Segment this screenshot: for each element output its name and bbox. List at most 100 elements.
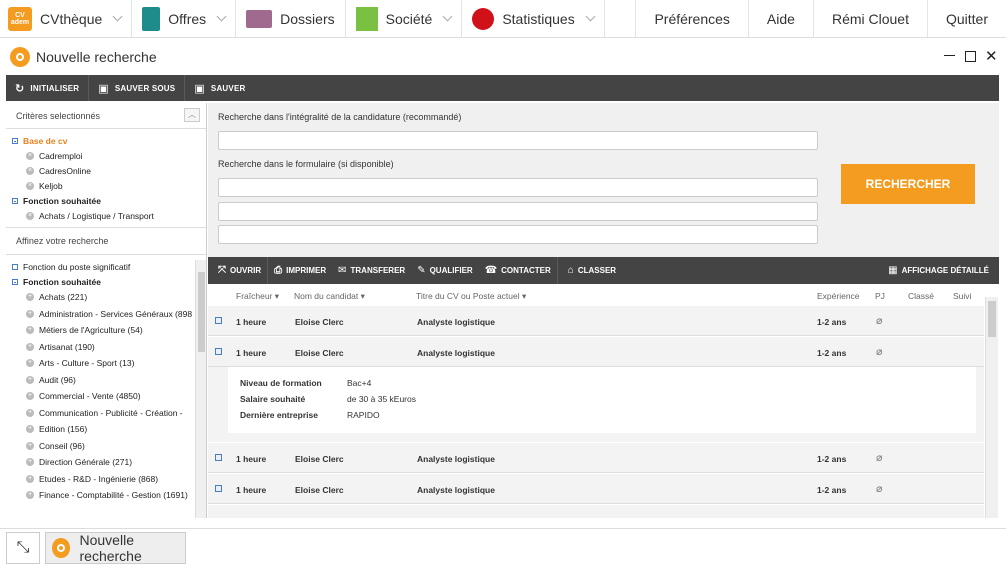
nav-user[interactable]: Rémi Clouet <box>812 0 927 37</box>
tree-item[interactable]: × Achats / Logistique / Transport <box>12 208 206 223</box>
imprimer-button[interactable]: ⎙ IMPRIMER <box>267 257 332 284</box>
tree-node-fonction-poste[interactable]: Fonction du poste significatif <box>12 259 194 274</box>
nav-societe-label: Société <box>385 10 433 27</box>
paperclip-icon[interactable]: ⌀ <box>876 482 883 495</box>
refine-item[interactable]: + Etudes - R&D - Ingénierie (868) <box>12 471 194 488</box>
sauver-sous-label: SAUVER SOUS <box>114 83 176 93</box>
detail-salaire-label: Salaire souhaité <box>240 394 306 404</box>
col-suivi[interactable]: Suivi <box>953 291 971 301</box>
remove-icon[interactable]: × <box>26 181 34 190</box>
initialiser-button[interactable]: ↻ INITIALISER <box>6 75 90 101</box>
search-form-input-1[interactable] <box>218 178 818 197</box>
paperclip-icon[interactable]: ⌀ <box>876 451 883 464</box>
paperclip-icon[interactable]: ⌀ <box>876 345 883 358</box>
transferer-button[interactable]: ✉ TRANSFERER <box>332 257 411 284</box>
results-scrollbar[interactable] <box>985 297 998 518</box>
tree-node-fonction-souhaitee[interactable]: Fonction souhaitée <box>12 274 194 289</box>
expand-square-icon <box>12 263 18 270</box>
col-experience[interactable]: Expérience <box>817 291 860 301</box>
refine-item[interactable]: + Arts - Culture - Sport (13) <box>12 355 194 372</box>
rechercher-button[interactable]: RECHERCHER <box>841 164 975 204</box>
refine-scrollbar[interactable] <box>195 260 206 518</box>
table-row[interactable]: 1 heure Eloise Clerc Analyste logistique… <box>208 306 984 336</box>
affichage-button[interactable]: ▦ AFFICHAGE DÉTAILLÉ <box>882 257 999 284</box>
classer-button[interactable]: ⌂ CLASSER <box>556 257 622 284</box>
col-titre[interactable]: Titre du CV ou Poste actuel ▾ <box>416 291 526 302</box>
row-fraicheur: 1 heure <box>236 485 267 495</box>
search-full-input[interactable] <box>218 131 818 150</box>
tree-item[interactable]: × Keljob <box>12 178 206 193</box>
tree-node-fonction[interactable]: Fonction souhaitée <box>12 193 206 208</box>
nav-offres[interactable]: Offres <box>132 0 237 37</box>
paperclip-icon[interactable]: ⌀ <box>876 314 883 327</box>
remove-icon[interactable]: × <box>26 211 34 220</box>
table-row[interactable]: 1 heure Eloise Clerc Analyste logistique… <box>208 337 984 367</box>
refine-item[interactable]: + Métiers de l'Agriculture (54) <box>12 322 194 339</box>
refine-item-label: Edition (156) <box>39 424 88 435</box>
table-row[interactable]: 1 heure Eloise Clerc Analyste logistique… <box>208 443 984 473</box>
expand-row-icon[interactable] <box>215 454 222 461</box>
nav-aide[interactable]: Aide <box>747 0 813 37</box>
tree-item-label: Achats / Logistique / Transport <box>39 210 154 221</box>
refine-item-label: Commercial - Vente (4850) <box>39 391 141 402</box>
refine-item[interactable]: + Achats (221) <box>12 289 194 306</box>
search-form-input-3[interactable] <box>218 225 818 244</box>
expand-row-icon[interactable] <box>215 317 222 324</box>
refine-item[interactable]: + Audit (96) <box>12 372 194 389</box>
nav-cvtheque[interactable]: CV adem CVthèque <box>0 0 133 37</box>
refine-item[interactable]: + Artisanat (190) <box>12 339 194 356</box>
row-titre: Analyste logistique <box>417 454 495 464</box>
tree-node-base[interactable]: Base de cv <box>12 133 206 148</box>
refine-item[interactable]: + Commercial - Vente (4850) <box>12 388 194 405</box>
tree-item[interactable]: × Cadremploi <box>12 148 206 163</box>
nav-dossiers[interactable]: Dossiers <box>236 0 346 37</box>
col-fraicheur[interactable]: Fraîcheur ▾ <box>236 291 279 302</box>
qualifier-button[interactable]: ✎ QUALIFIER <box>411 257 479 284</box>
refine-item-label: Administration - Services Généraux (898 <box>39 308 193 319</box>
sauver-button[interactable]: ▣ SAUVER <box>185 75 254 101</box>
ouvrir-button[interactable]: ⤧ OUVRIR <box>208 257 267 284</box>
tree-item-label: CadresOnline <box>39 165 91 176</box>
close-icon[interactable]: ✕ <box>985 47 998 65</box>
minimize-icon[interactable] <box>944 55 955 56</box>
refine-header-label: Affinez votre recherche <box>16 236 109 246</box>
table-row[interactable]: 1 heure Eloise Clerc Analyste logistique… <box>208 474 984 504</box>
col-pj[interactable]: PJ <box>875 291 885 301</box>
refine-item-label: Artisanat (190) <box>39 341 95 352</box>
col-classe[interactable]: Classé <box>908 291 934 301</box>
building-icon <box>355 6 378 31</box>
taskbar-tab-label: Nouvelle recherche <box>79 532 142 564</box>
refine-item[interactable]: + Direction Générale (271) <box>12 454 194 471</box>
contacter-button[interactable]: ☎ CONTACTER <box>479 257 557 284</box>
save-icon: ▣ <box>194 82 205 95</box>
refine-header: Affinez votre recherche <box>6 227 206 255</box>
remove-icon[interactable]: × <box>26 151 34 160</box>
save-as-icon: ▣ <box>98 82 109 95</box>
remove-icon[interactable]: × <box>26 166 34 175</box>
refine-item[interactable]: + Communication - Publicité - Création - <box>12 405 194 422</box>
collapse-icon[interactable]: ︿ <box>184 108 200 122</box>
col-nom[interactable]: Nom du candidat ▾ <box>294 291 365 302</box>
minimize-all-icon[interactable]: ⤡ <box>6 532 40 564</box>
expand-arrows-icon: ⤧ <box>218 265 226 276</box>
nav-statistiques[interactable]: Statistiques <box>462 0 605 37</box>
collapse-row-icon[interactable] <box>215 348 222 355</box>
maximize-icon[interactable] <box>965 51 976 62</box>
refine-item[interactable]: + Conseil (96) <box>12 438 194 455</box>
sauver-sous-button[interactable]: ▣ SAUVER SOUS <box>89 75 186 101</box>
tree-item[interactable]: × CadresOnline <box>12 163 206 178</box>
nav-societe[interactable]: Société <box>346 0 463 37</box>
classer-label: CLASSER <box>577 266 617 275</box>
search-form-input-2[interactable] <box>218 202 818 221</box>
fonction-souhaitee-label: Fonction souhaitée <box>23 276 101 287</box>
refine-item[interactable]: + Administration - Services Généraux (898 <box>12 306 194 323</box>
nav-quitter[interactable]: Quitter <box>926 0 1006 37</box>
taskbar-tab[interactable]: Nouvelle recherche <box>45 532 186 564</box>
expand-row-icon[interactable] <box>215 485 222 492</box>
sort-icon: ▾ <box>360 291 365 301</box>
pencil-icon: ✎ <box>417 265 426 276</box>
refine-item[interactable]: + Finance - Comptabilité - Gestion (1691) <box>12 487 194 504</box>
nav-preferences[interactable]: Préférences <box>635 0 747 37</box>
col-titre-label: Titre du CV ou Poste actuel <box>416 291 520 301</box>
refine-item[interactable]: + Edition (156) <box>12 421 194 438</box>
